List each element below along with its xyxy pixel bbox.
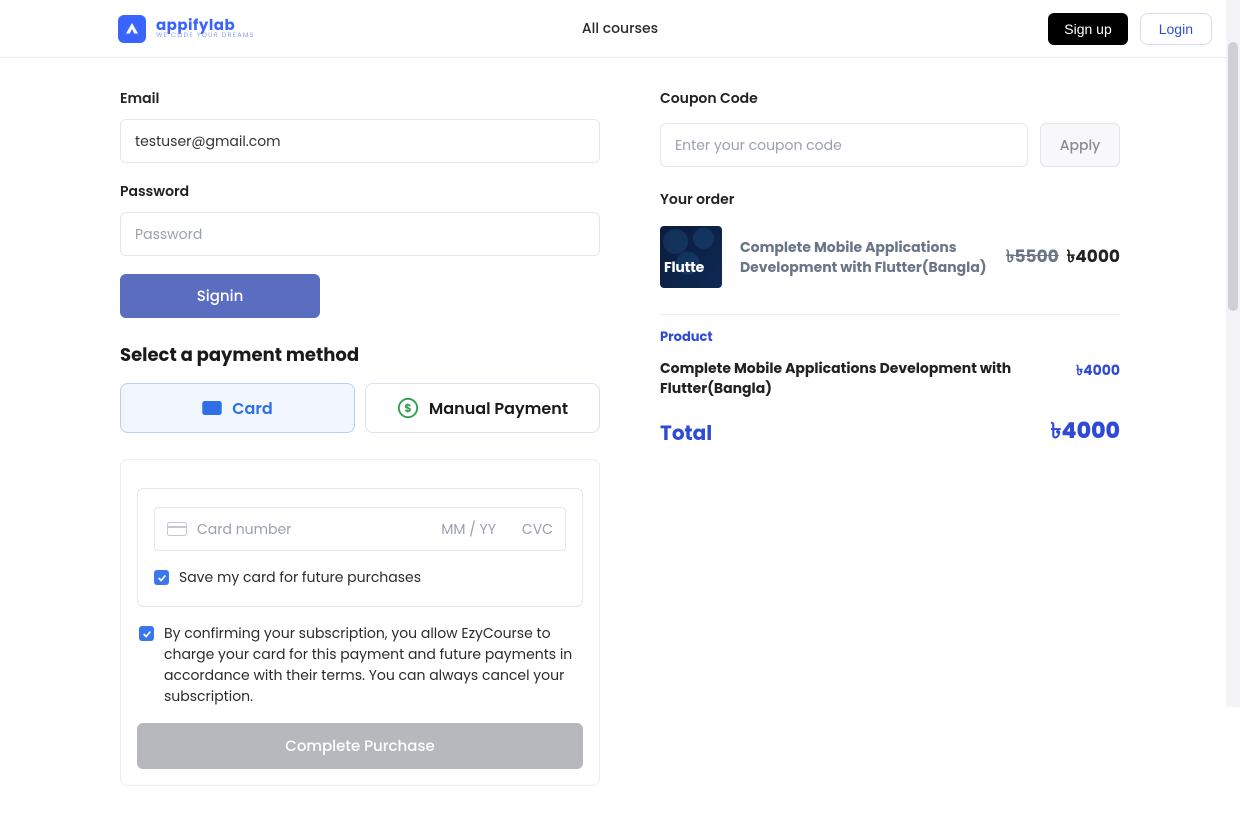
signin-button[interactable]: Signin [120, 274, 320, 318]
card-number-input[interactable]: Card number MM / YY CVC [154, 507, 566, 551]
brand-logo[interactable]: appifylab WE CODE YOUR DREAMS [28, 15, 255, 43]
product-price: ৳4000 [1076, 359, 1120, 398]
nav-all-courses[interactable]: All courses [582, 18, 658, 38]
payment-method-manual[interactable]: $ Manual Payment [365, 383, 600, 433]
coupon-input[interactable] [660, 123, 1028, 167]
credit-card-icon [202, 400, 222, 416]
order-price-old: ৳5500 [1006, 244, 1059, 268]
order-item: Flutte Complete Mobile Applications Deve… [660, 226, 1120, 288]
card-small-icon [167, 522, 187, 536]
card-cvc-placeholder: CVC [522, 519, 553, 540]
app-header: appifylab WE CODE YOUR DREAMS All course… [0, 0, 1240, 58]
total-price: ৳4000 [1050, 414, 1120, 451]
logo-mark-icon [118, 15, 146, 43]
brand-tagline: WE CODE YOUR DREAMS [156, 33, 255, 40]
card-expiry-placeholder: MM / YY [441, 519, 496, 540]
coupon-label: Coupon Code [660, 88, 1120, 109]
login-button[interactable]: Login [1140, 13, 1212, 45]
total-label: Total [660, 418, 712, 448]
payment-method-card-label: Card [232, 396, 272, 421]
card-number-placeholder: Card number [197, 519, 291, 540]
save-card-checkbox[interactable]: Save my card for future purchases [154, 567, 566, 588]
password-label: Password [120, 181, 600, 202]
order-course-name: Complete Mobile Applications Development… [740, 237, 988, 278]
order-price-new: ৳4000 [1067, 244, 1120, 268]
stripe-card-element: Card number MM / YY CVC Save my card for… [137, 488, 583, 607]
course-thumbnail: Flutte [660, 226, 722, 288]
card-payment-panel: Card number MM / YY CVC Save my card for… [120, 459, 600, 786]
scrollbar-thumb[interactable] [1228, 42, 1238, 311]
payment-method-manual-label: Manual Payment [429, 396, 568, 421]
complete-purchase-button[interactable]: Complete Purchase [137, 723, 583, 769]
course-thumb-text: Flutte [664, 257, 704, 278]
payment-method-title: Select a payment method [120, 342, 600, 369]
save-card-label: Save my card for future purchases [179, 567, 421, 588]
password-field[interactable] [120, 212, 600, 256]
email-label: Email [120, 88, 600, 109]
product-heading: Product [660, 327, 1120, 347]
email-field[interactable] [120, 119, 600, 163]
dollar-circle-icon: $ [397, 397, 419, 419]
product-name: Complete Mobile Applications Development… [660, 359, 1046, 398]
scrollbar[interactable] [1226, 0, 1240, 707]
signup-button[interactable]: Sign up [1048, 13, 1127, 45]
terms-text: By confirming your subscription, you all… [164, 623, 581, 707]
checkbox-checked-icon [154, 570, 169, 585]
your-order-label: Your order [660, 189, 1120, 210]
apply-coupon-button[interactable]: Apply [1040, 123, 1120, 167]
svg-text:$: $ [404, 400, 411, 416]
terms-checkbox[interactable] [139, 626, 154, 641]
payment-method-card[interactable]: Card [120, 383, 355, 433]
